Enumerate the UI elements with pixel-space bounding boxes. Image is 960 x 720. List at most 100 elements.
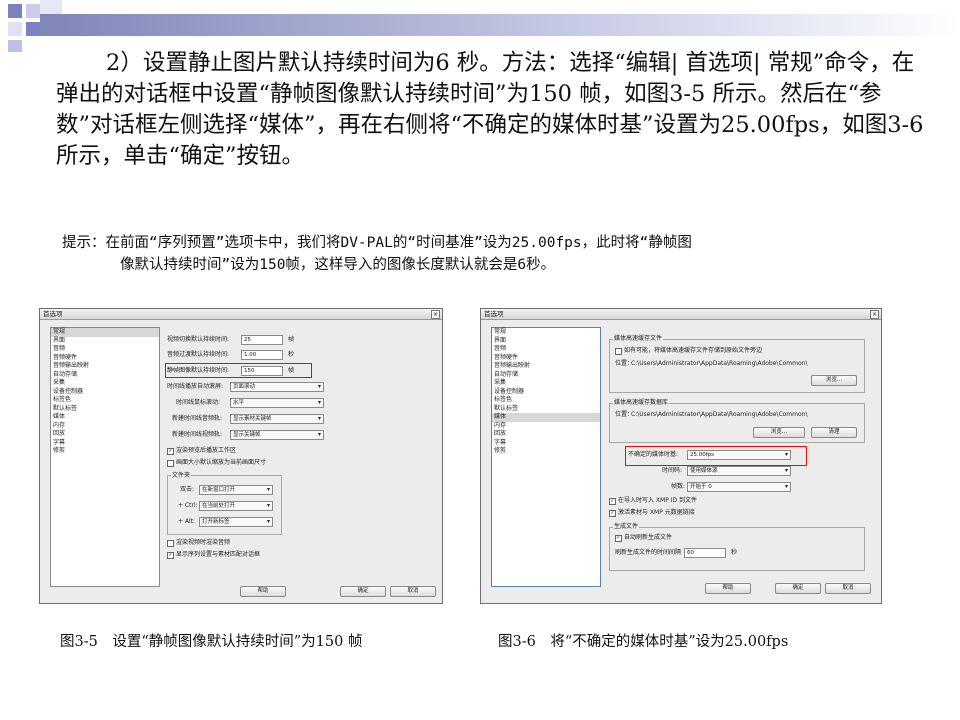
ok-button[interactable]: 确定 <box>775 583 821 594</box>
clean-button[interactable]: 清理 <box>811 427 857 438</box>
dropdown-label: 新建时间线音频轨: <box>172 415 223 422</box>
cancel-button[interactable]: 取消 <box>825 583 871 594</box>
close-icon[interactable]: × <box>870 310 879 319</box>
body-paragraph: 2）设置静止图片默认持续时间为6 秒。方法：选择“编辑| 首选项| 常规”命令，… <box>56 50 924 169</box>
category-item[interactable]: 采集 <box>492 379 600 388</box>
dialog-title: 首选项 <box>484 310 504 318</box>
field-unit: 秒 <box>288 351 295 358</box>
dropdown-label: 时间线播放自动滚屏: <box>167 383 224 390</box>
checkbox[interactable]: ✓ <box>167 448 174 455</box>
category-item[interactable]: 音频输出映射 <box>51 362 159 371</box>
checkbox-label: 如有可能，将媒体高速缓存文件存储到原始文件旁边 <box>624 347 763 354</box>
bin-label: 双击: <box>180 486 195 493</box>
category-item[interactable]: 设备控制器 <box>51 388 159 397</box>
refresh-label: 刷新生成文件的时间间隔 <box>615 549 682 556</box>
category-item[interactable]: 回放 <box>51 430 159 439</box>
frame-count-select[interactable]: 开始于 0 <box>687 482 791 492</box>
browse-button[interactable]: 浏览... <box>753 427 805 438</box>
bin-alt-select[interactable]: 打开新标签 <box>199 517 273 527</box>
bin-ctrl-select[interactable]: 在当前处打开 <box>199 501 273 511</box>
category-item[interactable]: 字幕 <box>51 439 159 448</box>
tip-text: 提示：在前面“序列预置”选项卡中，我们将DV-PAL的“时间基准”设为25.00… <box>62 232 922 276</box>
decor-square <box>26 4 40 18</box>
category-item[interactable]: 内存 <box>492 422 600 431</box>
category-item[interactable]: 内存 <box>51 422 159 431</box>
checkbox-label: 显示序列设置与素材匹配对话框 <box>176 551 261 558</box>
group-title: 媒体高速缓存文件 <box>613 335 664 343</box>
category-item[interactable]: 音频 <box>492 345 600 354</box>
dropdown-label: 时间线鼠标滚动: <box>176 399 221 406</box>
group-title: 文件夹 <box>171 472 192 480</box>
timeline-mouse-scroll-select[interactable]: 水平 <box>230 398 324 408</box>
bin-label: + Alt: <box>178 518 196 525</box>
checkbox-label: 渲染视频时渲染音频 <box>176 539 231 546</box>
field-label: 音频过渡默认持续时间: <box>167 351 230 358</box>
category-item[interactable]: 自动存储 <box>51 371 159 380</box>
close-icon[interactable]: × <box>431 310 440 319</box>
category-item[interactable]: 采集 <box>51 379 159 388</box>
field-label: 视频切换默认持续时间: <box>167 336 230 343</box>
checkbox[interactable] <box>167 460 174 467</box>
checkbox[interactable]: ✓ <box>615 535 622 542</box>
category-item[interactable]: 标签色 <box>51 396 159 405</box>
audio-transition-duration-input[interactable]: 1.00 <box>241 350 283 360</box>
category-item[interactable]: 标签色 <box>492 396 600 405</box>
timeline-autoscroll-select[interactable]: 页面滚动 <box>230 382 324 392</box>
dialog-titlebar: 首选项 × <box>481 309 881 320</box>
category-item[interactable]: 媒体 <box>492 413 600 422</box>
bin-double-click-select[interactable]: 在新窗口打开 <box>199 485 273 495</box>
ok-button[interactable]: 确定 <box>340 586 386 597</box>
field-unit: 帧 <box>288 336 295 343</box>
help-button[interactable]: 帮助 <box>705 583 751 594</box>
category-item[interactable]: 界面 <box>51 337 159 346</box>
group-title: 生成文件 <box>613 523 640 531</box>
category-item[interactable]: 界面 <box>492 337 600 346</box>
category-item[interactable]: 字幕 <box>492 439 600 448</box>
bin-label: + Ctrl: <box>178 502 198 509</box>
category-item[interactable]: 修剪 <box>51 447 159 456</box>
decor-square <box>8 40 22 52</box>
figure-caption-right: 图3-6 将“不确定的媒体时基”设为25.00fps <box>498 634 789 650</box>
category-item[interactable]: 音频 <box>51 345 159 354</box>
checkbox[interactable] <box>167 540 174 547</box>
help-button[interactable]: 帮助 <box>240 586 286 597</box>
category-item[interactable]: 常规 <box>492 328 600 337</box>
category-item[interactable]: 音频硬件 <box>51 354 159 363</box>
dialog-title: 首选项 <box>43 310 63 318</box>
checkbox[interactable]: ✓ <box>609 510 616 517</box>
preferences-dialog-media: 首选项 × 常规 界面 音频 音频硬件 音频输出映射 自动存储 采集 设备控制器… <box>480 308 882 604</box>
category-item[interactable]: 音频硬件 <box>492 354 600 363</box>
category-item[interactable]: 常规 <box>51 328 159 337</box>
checkbox[interactable]: ✓ <box>167 552 174 559</box>
checkbox-label: 画面大小默认缩放为当前画面尺寸 <box>176 459 267 466</box>
checkbox[interactable]: ✓ <box>609 498 616 505</box>
category-item[interactable]: 自动存储 <box>492 371 600 380</box>
cache-location-path: C:\Users\Administrator\AppData\Roaming\A… <box>631 360 808 367</box>
new-video-track-select[interactable]: 显示关键帧 <box>230 430 324 440</box>
figure-caption-left: 图3-5 设置“静帧图像默认持续时间”为150 帧 <box>60 634 363 650</box>
category-item[interactable]: 音频输出映射 <box>492 362 600 371</box>
category-item[interactable]: 默认标签 <box>51 405 159 414</box>
tip-line-2: 像默认持续时间”设为150帧，这样导入的图像长度默认就会是6秒。 <box>120 257 556 273</box>
browse-button[interactable]: 浏览... <box>811 375 857 386</box>
header-gradient-bar <box>40 14 960 36</box>
new-audio-track-select[interactable]: 显示素材关键帧 <box>230 414 324 424</box>
category-item[interactable]: 默认标签 <box>492 405 600 414</box>
tip-line-1: 提示：在前面“序列预置”选项卡中，我们将DV-PAL的“时间基准”设为25.00… <box>62 235 692 251</box>
dropdown-label: 新建时间线视频轨: <box>172 431 223 438</box>
category-item[interactable]: 设备控制器 <box>492 388 600 397</box>
category-item[interactable]: 修剪 <box>492 447 600 456</box>
checkbox[interactable] <box>615 348 622 355</box>
timecode-select[interactable]: 使用媒体源 <box>687 466 791 476</box>
dialog-titlebar: 首选项 × <box>40 309 442 320</box>
category-list: 常规 界面 音频 音频硬件 音频输出映射 自动存储 采集 设备控制器 标签色 默… <box>491 327 601 587</box>
category-item[interactable]: 媒体 <box>51 413 159 422</box>
category-item[interactable]: 回放 <box>492 430 600 439</box>
checkbox-label: 自动刷新生成文件 <box>624 534 673 541</box>
video-transition-duration-input[interactable]: 25 <box>241 335 283 345</box>
frame-count-label: 帧数: <box>671 483 686 490</box>
refresh-interval-input[interactable]: 60 <box>684 548 726 558</box>
category-list: 常规 界面 音频 音频硬件 音频输出映射 自动存储 采集 设备控制器 标签色 默… <box>50 327 160 587</box>
cancel-button[interactable]: 取消 <box>390 586 436 597</box>
highlight-box <box>625 446 807 466</box>
